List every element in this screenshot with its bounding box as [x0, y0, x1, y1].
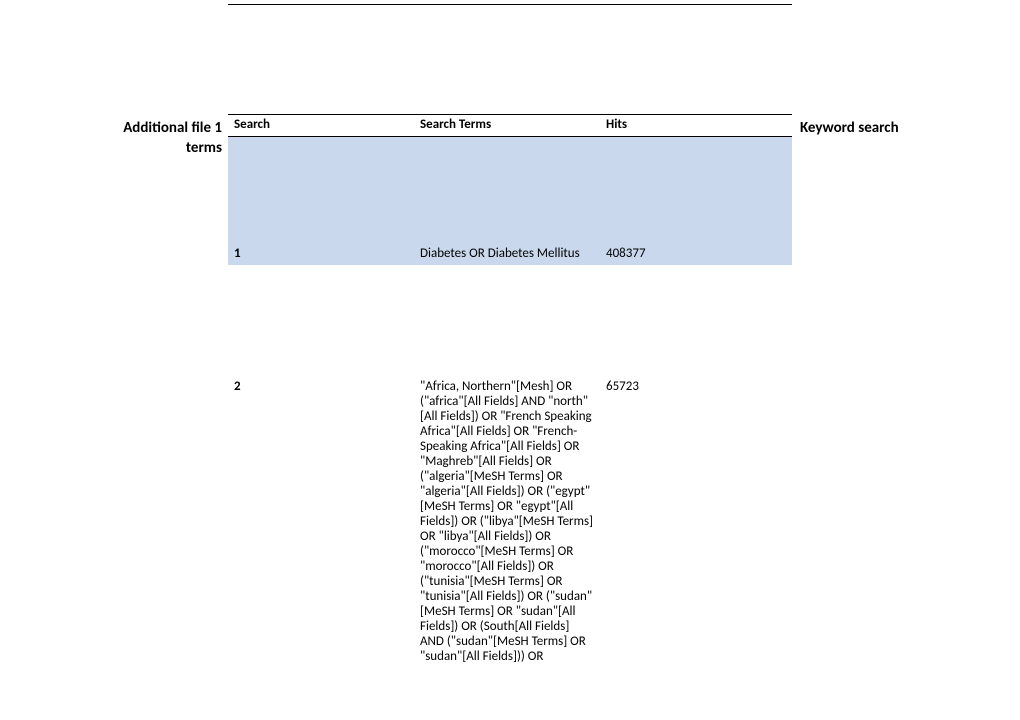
additional-file-label: Additional file 1 terms — [86, 119, 222, 158]
header-hits: Hits — [600, 115, 792, 137]
keyword-search-label: Keyword search — [800, 119, 940, 139]
spacer-row — [228, 265, 792, 379]
right-label-text: Keyword search — [800, 119, 899, 137]
search-table: Search Search Terms Hits 1 Diabetes OR D… — [228, 114, 792, 668]
cell-hits: 65723 — [600, 379, 792, 668]
cell-terms: Diabetes OR Diabetes Mellitus — [414, 137, 600, 265]
cell-hits: 408377 — [600, 137, 792, 265]
cell-terms: "Africa, Northern"[Mesh] OR ("africa"[Al… — [414, 379, 600, 668]
table-row: 1 Diabetes OR Diabetes Mellitus 408377 — [228, 137, 792, 265]
table-row: 2 "Africa, Northern"[Mesh] OR ("africa"[… — [228, 379, 792, 668]
cell-search: 2 — [228, 379, 414, 668]
cell-search: 1 — [228, 137, 414, 265]
left-label-line2: terms — [186, 139, 222, 157]
top-rule — [228, 4, 792, 5]
table-header-row: Search Search Terms Hits — [228, 115, 792, 137]
search-table-wrap: Search Search Terms Hits 1 Diabetes OR D… — [228, 114, 792, 668]
header-search: Search — [228, 115, 414, 137]
left-label-line1: Additional file 1 — [123, 119, 222, 137]
header-terms: Search Terms — [414, 115, 600, 137]
